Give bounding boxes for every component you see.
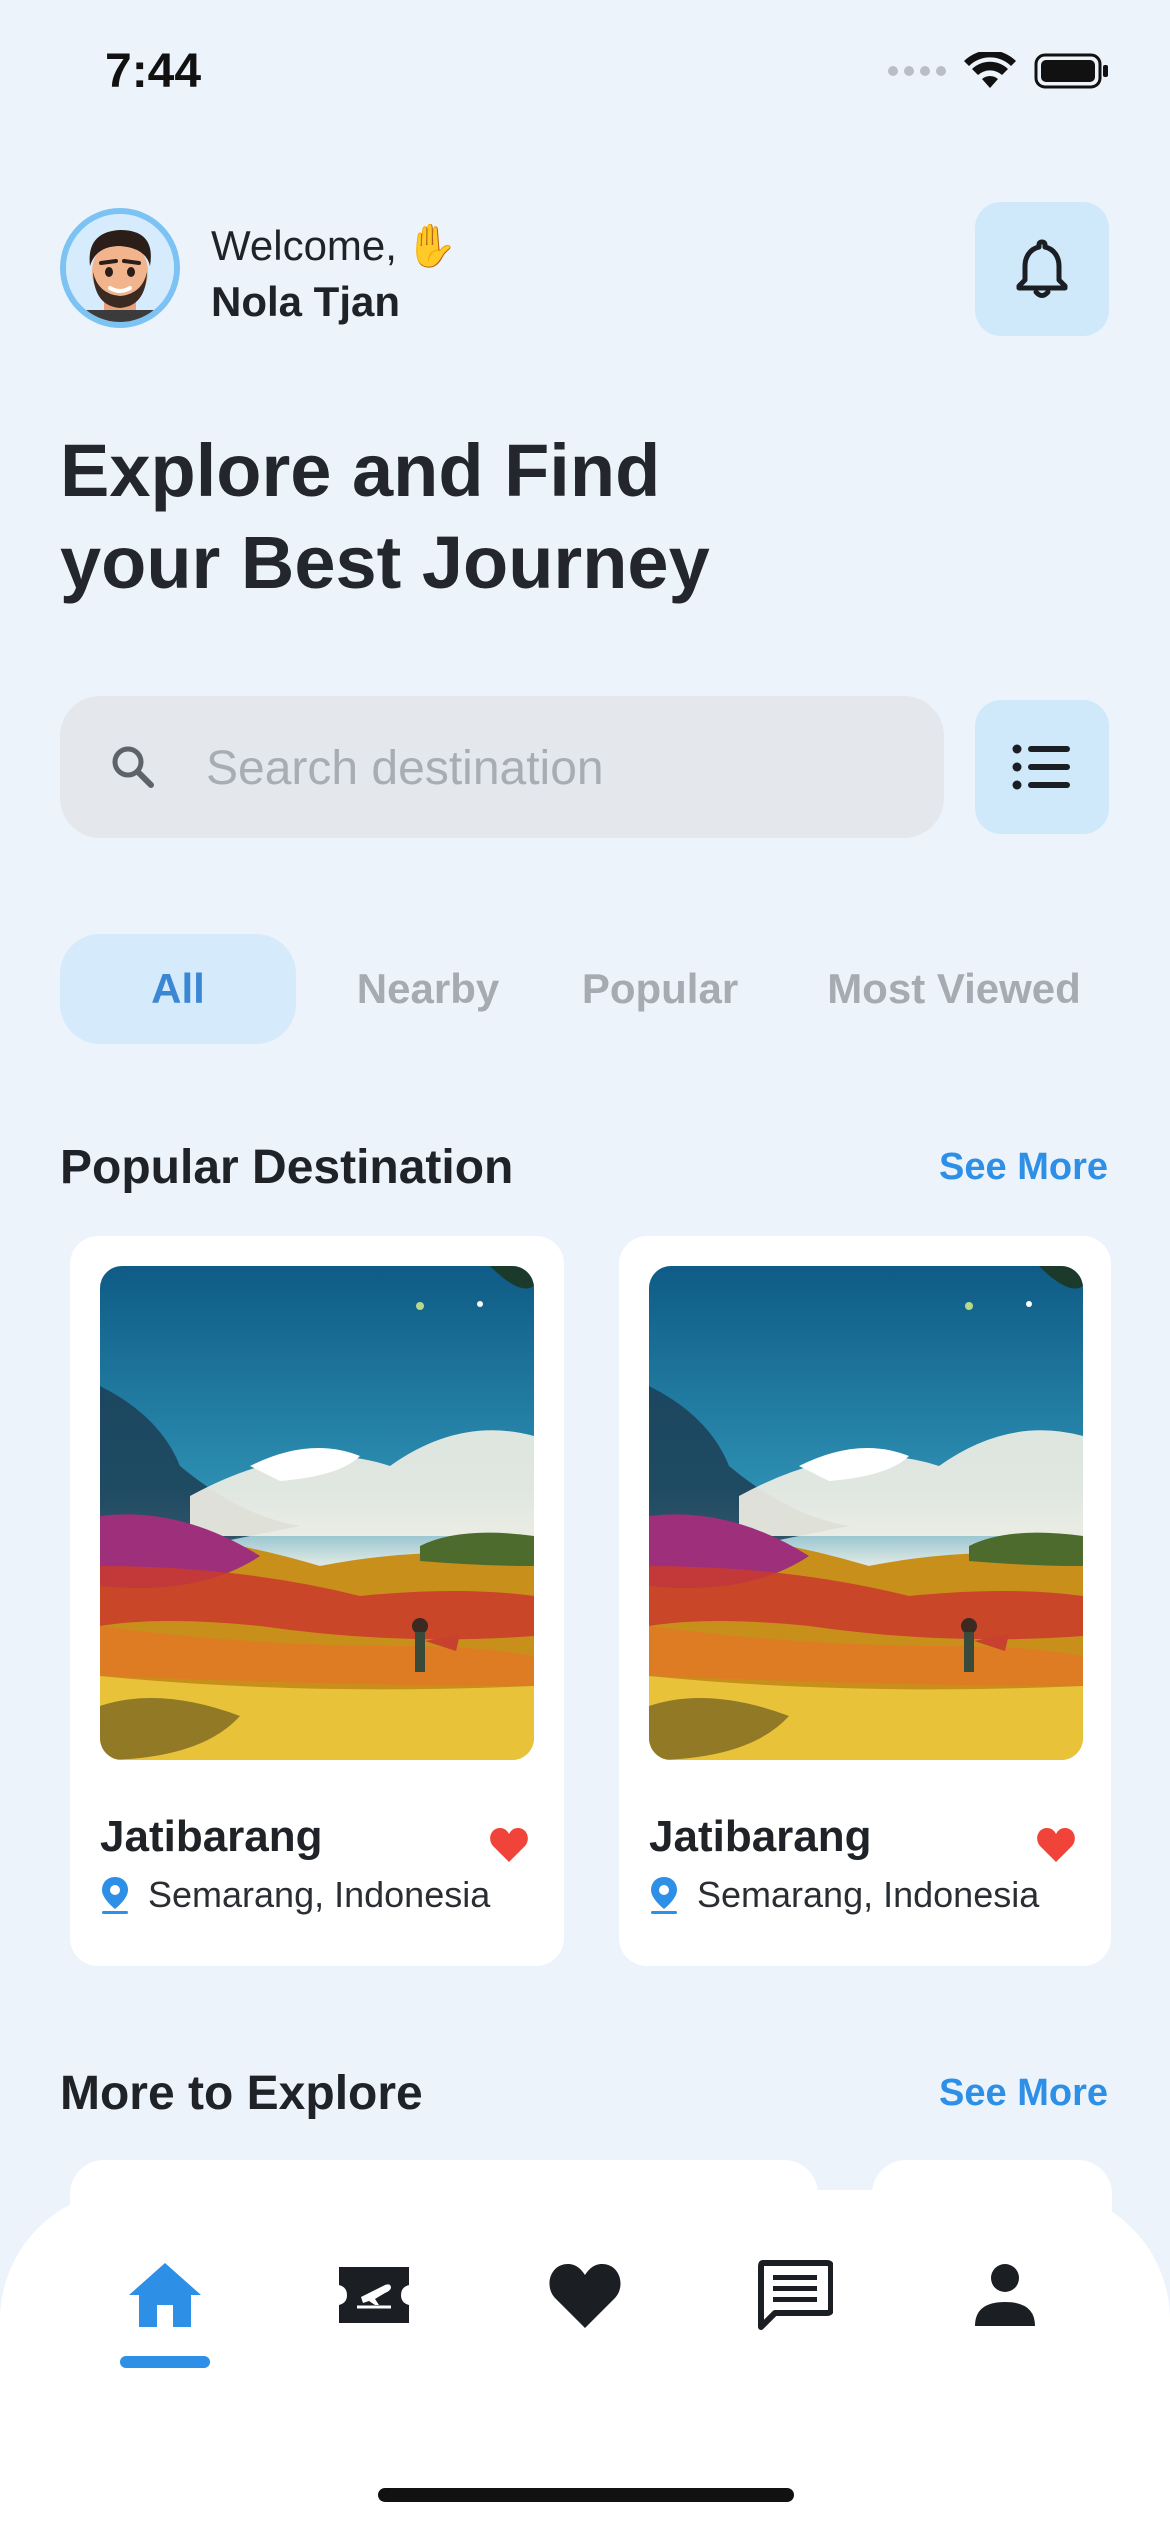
home-icon	[129, 2263, 201, 2327]
nav-tickets[interactable]	[333, 2254, 415, 2336]
status-icons	[888, 52, 1110, 90]
user-name: Nola Tjan	[211, 278, 401, 325]
nav-home[interactable]	[124, 2254, 206, 2336]
avatar-image	[66, 214, 174, 322]
tab-popular[interactable]: Popular	[560, 934, 760, 1044]
chat-icon	[758, 2260, 833, 2330]
destination-location: Semarang, Indonesia	[100, 1874, 490, 1916]
location-pin-icon	[102, 1877, 128, 1914]
profile-icon	[975, 2264, 1035, 2326]
nav-favorites[interactable]	[544, 2254, 626, 2336]
destination-location-text: Semarang, Indonesia	[148, 1874, 491, 1915]
destination-image	[100, 1266, 534, 1760]
location-pin-icon	[651, 1877, 677, 1914]
list-filter-icon	[1012, 744, 1070, 790]
home-indicator[interactable]	[378, 2488, 794, 2502]
ticket-icon	[339, 2267, 409, 2323]
wifi-icon	[964, 52, 1016, 88]
destination-image	[649, 1266, 1083, 1760]
destination-card[interactable]: Jatibarang Semarang, Indonesia	[70, 1236, 564, 1966]
destination-location-text: Semarang, Indonesia	[697, 1874, 1040, 1915]
welcome-label: Welcome,	[211, 222, 397, 269]
popular-section-title: Popular Destination	[60, 1141, 514, 1194]
wave-emoji: ✋	[404, 222, 458, 269]
page-title-line-1: Explore and Find	[60, 429, 661, 512]
destination-card[interactable]: Jatibarang Semarang, Indonesia	[619, 1236, 1111, 1966]
destination-location: Semarang, Indonesia	[649, 1874, 1039, 1916]
page-title-line-2: your Best Journey	[60, 521, 710, 604]
tab-all[interactable]: All	[60, 934, 296, 1044]
tab-most-viewed[interactable]: Most Viewed	[800, 934, 1108, 1044]
category-tabs: All Nearby Popular Most Viewed	[60, 934, 1140, 1044]
heart-icon[interactable]	[488, 1824, 530, 1866]
heart-icon	[549, 2264, 621, 2328]
popular-see-more-link[interactable]: See More	[939, 1146, 1108, 1189]
nav-profile[interactable]	[964, 2254, 1046, 2336]
signal-icon	[888, 66, 946, 76]
welcome-text: Welcome, ✋	[211, 222, 457, 271]
search-bar	[60, 696, 944, 840]
notification-button[interactable]	[975, 202, 1109, 336]
destination-name: Jatibarang	[100, 1812, 323, 1861]
tab-nearby[interactable]: Nearby	[328, 934, 528, 1044]
explore-see-more-link[interactable]: See More	[939, 2072, 1108, 2115]
nav-messages[interactable]	[754, 2254, 836, 2336]
battery-icon	[1034, 53, 1108, 89]
filter-button[interactable]	[975, 700, 1109, 834]
bell-icon	[1016, 239, 1068, 298]
search-icon	[112, 746, 154, 788]
search-input[interactable]	[204, 696, 908, 840]
heart-icon[interactable]	[1035, 1824, 1077, 1866]
nav-active-indicator	[120, 2356, 210, 2368]
explore-section-title: More to Explore	[60, 2067, 423, 2120]
page-title: Explore and Find your Best Journey	[60, 425, 960, 609]
avatar[interactable]	[60, 208, 180, 328]
status-time: 7:44	[105, 45, 202, 98]
destination-name: Jatibarang	[649, 1812, 872, 1861]
status-bar: 7:44	[0, 0, 1170, 140]
